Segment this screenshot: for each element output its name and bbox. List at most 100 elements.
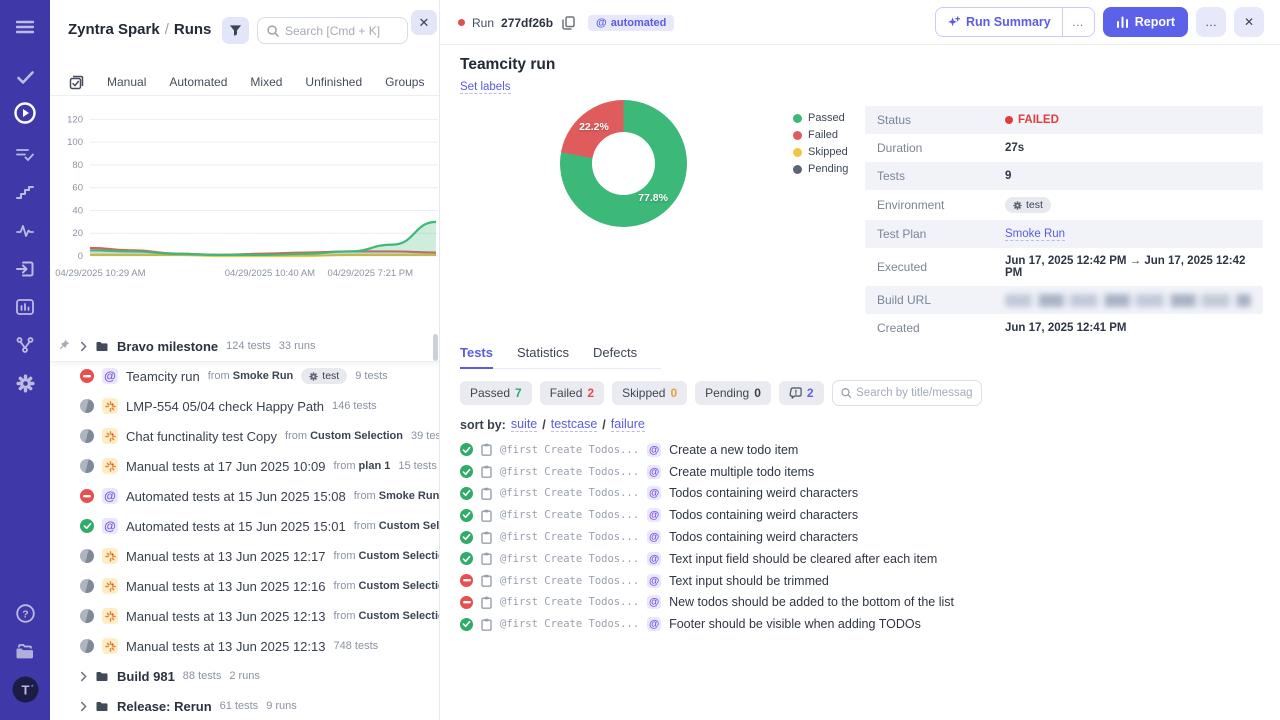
test-suite: @first Create Todos... [500,574,640,587]
status-passed-icon [460,552,473,566]
automated-icon: @ [647,573,662,588]
folder-tests-count: 88 tests [182,670,222,682]
breadcrumb-separator: / [164,21,169,38]
app-logo[interactable]: T [0,674,50,704]
panel-close-button[interactable]: ✕ [411,10,437,35]
check-icon [462,555,471,562]
copy-run-id-button[interactable] [562,15,575,30]
chip-skipped[interactable]: Skipped 0 [612,381,688,405]
folder-row[interactable]: Bravo milestone 124 tests 33 runs [50,331,439,361]
run-row[interactable]: Manual tests at 13 Jun 2025 12:13 748 tes… [50,631,439,661]
status-passed-icon [460,617,473,631]
sidebar-item-imports[interactable] [0,254,50,284]
chevron-right-icon[interactable] [80,341,87,352]
report-button[interactable]: Report [1102,7,1188,37]
chevron-right-icon[interactable] [80,671,87,682]
tab-unfinished[interactable]: Unfinished [305,75,362,89]
run-row[interactable]: @ Automated tests at 15 Jun 2025 15:01 fro… [50,511,439,541]
sidebar-item-projects[interactable] [0,636,50,666]
run-row[interactable]: Manual tests at 13 Jun 2025 12:13 from Cu… [50,601,439,631]
run-row[interactable]: @ Automated tests at 15 Jun 2025 15:08 fro… [50,481,439,511]
sidebar-item-runs[interactable] [0,98,50,128]
sidebar-item-checks[interactable] [0,62,50,92]
sidebar-item-branches[interactable] [0,330,50,360]
chevron-right-icon [81,341,87,351]
sort-by-suite[interactable]: suite [510,417,538,432]
tests-search[interactable] [831,380,982,406]
svg-text:60: 60 [72,183,83,194]
test-row[interactable]: @first Create Todos... @ Todos containing … [460,483,954,505]
run-row[interactable]: @ Teamcity run from Smoke Run test 9 tests [50,361,439,391]
run-row[interactable]: Chat functinality test Copy from Custom S… [50,421,439,451]
test-row[interactable]: @first Create Todos... @ Create multiple t… [460,461,954,483]
test-row[interactable]: @first Create Todos... @ Todos containing … [460,504,954,526]
legend-skipped[interactable]: Skipped [793,146,848,158]
run-row[interactable]: Manual tests at 13 Jun 2025 12:17 from Cu… [50,541,439,571]
folder-row[interactable]: Release: Rerun 61 tests 9 runs [50,691,439,720]
run-row[interactable]: Manual tests at 17 Jun 2025 10:09 from pl… [50,451,439,481]
tab-defects[interactable]: Defects [593,345,637,368]
sparkle-manual-icon [104,580,116,592]
test-row[interactable]: @first Create Todos... @ New todos should … [460,592,954,614]
test-plan-link[interactable]: Smoke Run [1005,228,1066,241]
test-row[interactable]: @first Create Todos... @ Todos containing … [460,526,954,548]
sidebar-item-milestones[interactable] [0,178,50,208]
tab-automated[interactable]: Automated [169,75,227,89]
chip-label: Failed [549,386,583,400]
close-run-button[interactable]: ✕ [1234,7,1264,37]
sidebar-item-help[interactable]: ? [0,598,50,628]
scrollbar-thumb[interactable] [433,334,438,361]
sort-by-failure[interactable]: failure [610,417,645,432]
test-row[interactable]: @first Create Todos... @ Footer should be … [460,613,954,635]
run-row[interactable]: Manual tests at 13 Jun 2025 12:16 from Cu… [50,571,439,601]
chip-failed[interactable]: Failed 2 [539,381,605,405]
menu-icon[interactable] [0,12,50,42]
more-actions-button[interactable]: … [1196,7,1226,37]
sidebar-item-pulse[interactable] [0,216,50,246]
test-row[interactable]: @first Create Todos... @ Text input field … [460,548,954,570]
legend-passed[interactable]: Passed [793,112,848,124]
chip-comments[interactable]: 2 [778,381,824,405]
tab-statistics[interactable]: Statistics [517,345,569,368]
tab-groups[interactable]: Groups [385,75,424,89]
run-tests-count: 15 tests [398,460,437,472]
filter-button[interactable] [222,17,249,44]
chevron-right-icon[interactable] [80,701,87,712]
chip-count: 0 [670,386,678,400]
runs-search-input[interactable] [285,23,398,38]
run-summary-button[interactable]: Run Summary [936,8,1062,36]
at-icon: @ [596,16,607,29]
run-from: from Custom Selection [333,610,439,622]
minus-icon [83,494,91,497]
legend-dot [793,130,802,140]
chip-pending[interactable]: Pending 0 [695,381,771,405]
legend-failed[interactable]: Failed [793,129,848,141]
tab-mixed[interactable]: Mixed [250,75,282,89]
sidebar-item-settings[interactable] [0,368,50,398]
detail-value: Jun 17, 2025 12:41 PM [1005,322,1127,334]
tab-tests[interactable]: Tests [460,345,493,369]
manual-icon [102,458,118,474]
breadcrumb-project[interactable]: Zyntra Spark [68,21,160,38]
folder-row[interactable]: Build 981 88 tests 2 runs [50,661,439,691]
run-summary-more-button[interactable]: … [1061,8,1094,36]
tests-search-input[interactable] [856,387,973,399]
test-row[interactable]: @first Create Todos... @ Text input should… [460,570,954,592]
chip-passed[interactable]: Passed 7 [460,381,532,405]
sidebar-item-analytics[interactable] [0,292,50,322]
minus-icon [462,579,471,582]
legend-pending[interactable]: Pending [793,163,848,175]
test-suite: @first Create Todos... [500,465,640,478]
run-row[interactable]: LMP-554 05/04 check Happy Path 146 tests [50,391,439,421]
folder-icon [95,671,109,682]
test-row[interactable]: @first Create Todos... @ Create a new todo… [460,439,954,461]
tab-manual[interactable]: Manual [107,75,146,89]
sidebar-item-test-plans[interactable] [0,140,50,170]
set-labels-link[interactable]: Set labels [460,81,511,94]
breadcrumb-page[interactable]: Runs [174,21,212,38]
check-icon [83,522,91,530]
sort-by-testcase[interactable]: testcase [550,417,598,432]
funnel-icon [229,25,242,36]
runs-search[interactable] [257,17,408,44]
select-all-icon[interactable] [69,75,84,90]
